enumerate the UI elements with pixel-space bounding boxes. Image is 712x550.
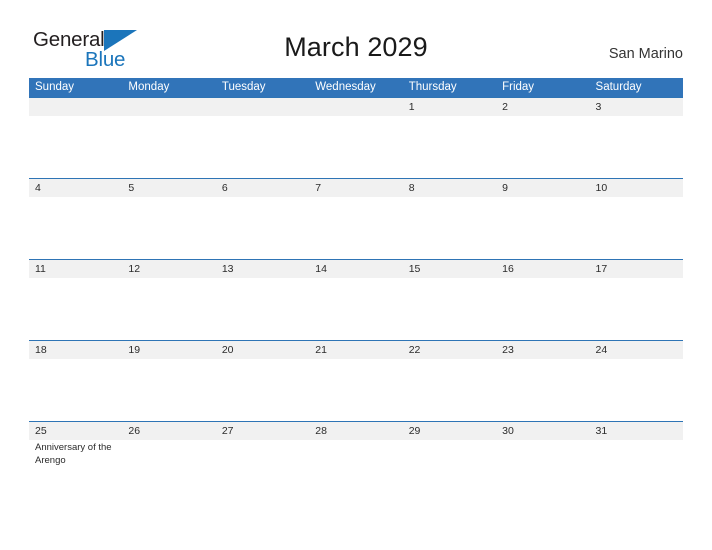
day-number[interactable]: 13: [216, 260, 309, 278]
weekday-header-row: Sunday Monday Tuesday Wednesday Thursday…: [29, 78, 683, 97]
day-number[interactable]: [309, 98, 402, 116]
day-event: [496, 359, 589, 361]
day-number[interactable]: 30: [496, 422, 589, 440]
week-event-row: [29, 359, 683, 361]
day-event: [309, 359, 402, 361]
page-header: General Blue March 2029 San Marino: [0, 0, 712, 78]
weekday-header-sunday: Sunday: [35, 81, 75, 93]
weekday-header-wednesday: Wednesday: [315, 81, 376, 93]
day-event: [590, 359, 683, 361]
day-event: [590, 278, 683, 280]
day-event: [216, 197, 309, 199]
day-number[interactable]: 4: [29, 179, 122, 197]
day-number[interactable]: 27: [216, 422, 309, 440]
day-event: [590, 197, 683, 199]
day-number[interactable]: 18: [29, 341, 122, 359]
week-row: 18 19 20 21 22 23 24: [29, 340, 683, 421]
week-date-band: 11 12 13 14 15 16 17: [29, 259, 683, 278]
week-event-row: [29, 116, 683, 118]
day-event: [29, 116, 122, 118]
day-event: [496, 116, 589, 118]
day-event: [309, 197, 402, 199]
day-event: [122, 440, 215, 467]
day-event: [309, 116, 402, 118]
day-event: [309, 440, 402, 467]
day-number[interactable]: 9: [496, 179, 589, 197]
day-number[interactable]: 21: [309, 341, 402, 359]
day-number[interactable]: [216, 98, 309, 116]
weekday-header-tuesday: Tuesday: [221, 81, 266, 93]
day-event: [122, 116, 215, 118]
page-title: March 2029: [284, 32, 428, 62]
week-event-row: [29, 197, 683, 199]
day-number[interactable]: 29: [403, 422, 496, 440]
day-number[interactable]: 20: [216, 341, 309, 359]
day-event: [403, 359, 496, 361]
day-number[interactable]: 25: [29, 422, 122, 440]
day-event: [216, 359, 309, 361]
day-event: [216, 278, 309, 280]
week-row: 1 2 3: [29, 97, 683, 178]
day-number[interactable]: 2: [496, 98, 589, 116]
day-number[interactable]: 11: [29, 260, 122, 278]
weekday-header-monday: Monday: [128, 81, 170, 93]
week-date-band: 1 2 3: [29, 97, 683, 116]
day-number[interactable]: 6: [216, 179, 309, 197]
week-date-band: 4 5 6 7 8 9 10: [29, 178, 683, 197]
week-event-row: Anniversary of the Arengo: [29, 440, 683, 467]
weekday-header-thursday: Thursday: [408, 81, 457, 93]
day-event: [403, 116, 496, 118]
day-number[interactable]: 14: [309, 260, 402, 278]
day-number[interactable]: 3: [590, 98, 683, 116]
day-event: [29, 359, 122, 361]
day-event: [403, 440, 496, 467]
day-event-holiday: Anniversary of the Arengo: [35, 442, 112, 466]
day-event: [496, 197, 589, 199]
day-event: [122, 278, 215, 280]
calendar-grid: Sunday Monday Tuesday Wednesday Thursday…: [29, 78, 683, 483]
day-event: [216, 116, 309, 118]
day-event: [29, 278, 122, 280]
day-number[interactable]: 8: [403, 179, 496, 197]
day-event: [496, 278, 589, 280]
day-number[interactable]: 31: [590, 422, 683, 440]
day-event: [590, 116, 683, 118]
week-event-row: [29, 278, 683, 280]
day-number[interactable]: 12: [122, 260, 215, 278]
day-event: [216, 440, 309, 467]
day-number[interactable]: 17: [590, 260, 683, 278]
day-number[interactable]: 22: [403, 341, 496, 359]
day-event: [122, 197, 215, 199]
day-event: [496, 440, 589, 467]
week-row: 4 5 6 7 8 9 10: [29, 178, 683, 259]
day-number[interactable]: 26: [122, 422, 215, 440]
day-number[interactable]: 5: [122, 179, 215, 197]
weekday-header-saturday: Saturday: [595, 81, 642, 93]
day-event: [403, 278, 496, 280]
day-number[interactable]: 10: [590, 179, 683, 197]
day-number[interactable]: 28: [309, 422, 402, 440]
day-number[interactable]: [29, 98, 122, 116]
week-date-band: 18 19 20 21 22 23 24: [29, 340, 683, 359]
day-number[interactable]: 19: [122, 341, 215, 359]
week-row: 11 12 13 14 15 16 17: [29, 259, 683, 340]
day-number[interactable]: 15: [403, 260, 496, 278]
day-event: [590, 440, 683, 467]
location-label: San Marino: [608, 46, 683, 62]
day-number[interactable]: 16: [496, 260, 589, 278]
day-number[interactable]: [122, 98, 215, 116]
day-number[interactable]: 7: [309, 179, 402, 197]
day-event: [309, 278, 402, 280]
day-number[interactable]: 24: [590, 341, 683, 359]
day-event: [29, 197, 122, 199]
day-number[interactable]: 1: [403, 98, 496, 116]
week-date-band: 25 26 27 28 29 30 31: [29, 421, 683, 440]
day-number[interactable]: 23: [496, 341, 589, 359]
day-event: [122, 359, 215, 361]
day-event: [403, 197, 496, 199]
weekday-header-friday: Friday: [502, 81, 535, 93]
week-row: 25 26 27 28 29 30 31 Anniversary of the …: [29, 421, 683, 483]
